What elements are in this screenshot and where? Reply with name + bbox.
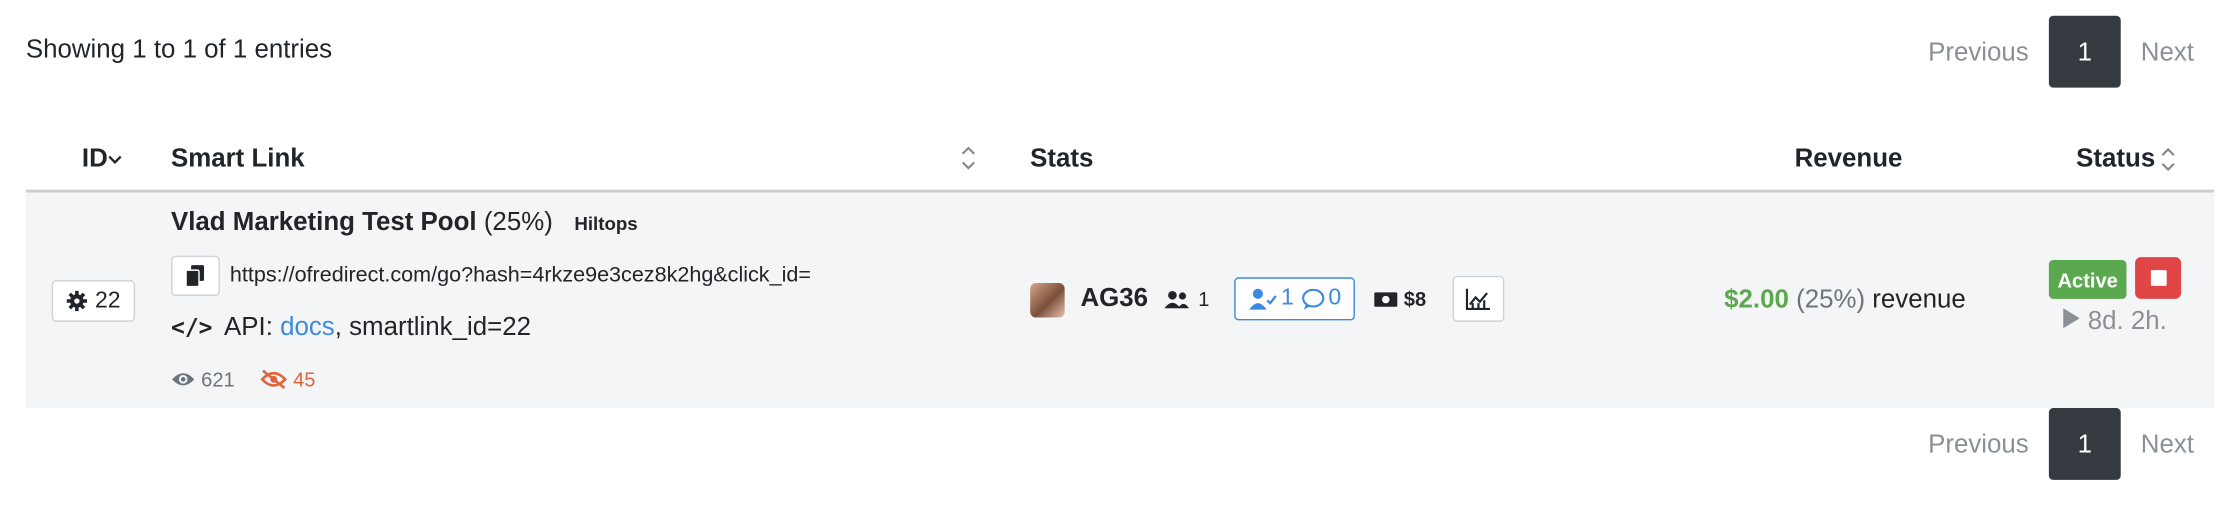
smart-link-share: (25%): [483, 206, 553, 236]
column-header-stats[interactable]: Stats: [1030, 144, 1093, 174]
play-icon: [2063, 308, 2080, 329]
current-page-button[interactable]: 1: [2048, 15, 2121, 88]
users-icon: [1164, 290, 1189, 308]
messages-value: 0: [1328, 285, 1342, 311]
user-check-icon: [1248, 288, 1277, 310]
sort-icon[interactable]: [960, 144, 977, 173]
views-count: 621: [171, 368, 235, 391]
runtime-value: 8d. 2h.: [2087, 306, 2167, 335]
runtime: 8d. 2h.: [2062, 306, 2167, 336]
table-row: 22 Vlad Marketing Test Pool (25%) Hiltop…: [25, 192, 2215, 409]
chart-line-icon: [1465, 288, 1490, 310]
current-page-button[interactable]: 1: [2048, 408, 2121, 480]
previous-page-link[interactable]: Previous: [1908, 429, 2049, 459]
column-header-status[interactable]: Status: [2076, 144, 2177, 174]
hidden-views-count: 45: [260, 368, 315, 391]
column-header-smart-link[interactable]: Smart Link: [171, 144, 305, 174]
api-smartlink-id: , smartlink_id=22: [334, 311, 531, 341]
users-count-value: 1: [1198, 287, 1210, 311]
user-name[interactable]: AG36: [1080, 283, 1148, 313]
smart-link-name: Vlad Marketing Test Pool: [170, 206, 477, 236]
previous-page-link[interactable]: Previous: [1908, 37, 2049, 67]
stop-icon: [2150, 270, 2166, 286]
subscribers-value: 1: [1281, 285, 1294, 311]
revenue-cell: $2.00 (25%) revenue: [1724, 284, 1966, 314]
entries-info: Showing 1 to 1 of 1 entries: [25, 34, 333, 64]
smart-link-url[interactable]: https://ofredirect.com/go?hash=4rkze9e3c…: [230, 263, 811, 287]
smart-link-settings-button[interactable]: 22: [51, 280, 136, 322]
status-badge: Active: [2048, 260, 2127, 299]
next-page-link[interactable]: Next: [2121, 37, 2214, 67]
revenue-label: revenue: [1872, 284, 1966, 314]
code-icon: </>: [170, 313, 213, 341]
api-label: API:: [224, 311, 273, 341]
api-docs-link[interactable]: docs: [280, 312, 335, 341]
column-header-id-label: ID: [81, 143, 108, 173]
gear-icon: [66, 290, 88, 312]
stop-button[interactable]: [2135, 257, 2182, 299]
pagination-bottom: Previous 1 Next: [1908, 408, 2214, 480]
network-badge: Hiltops: [574, 212, 638, 235]
avatar[interactable]: [1030, 283, 1065, 318]
chevron-down-icon: [108, 155, 122, 164]
column-header-smart-link-label: Smart Link: [170, 143, 305, 173]
comment-icon: [1301, 288, 1324, 309]
hidden-views-value: 45: [293, 367, 316, 391]
column-header-stats-label: Stats: [1030, 143, 1094, 173]
revenue-amount: $2.00: [1724, 284, 1789, 314]
cost-value: $8: [1403, 287, 1427, 311]
column-header-revenue-label: Revenue: [1794, 143, 1903, 173]
copy-icon: [185, 265, 205, 288]
views-value: 621: [201, 367, 235, 391]
subscribers-messages-button[interactable]: 1 0: [1234, 277, 1355, 321]
api-info: </> API: docs, smartlink_id=22: [171, 312, 531, 342]
column-header-id[interactable]: ID: [82, 144, 122, 174]
next-page-link[interactable]: Next: [2121, 429, 2214, 459]
users-count: 1: [1164, 287, 1210, 311]
copy-url-button[interactable]: [170, 255, 220, 296]
money-bill-icon: [1374, 291, 1398, 307]
column-header-status-label: Status: [2076, 143, 2156, 173]
smart-link-title: Vlad Marketing Test Pool (25%) Hiltops: [171, 207, 638, 237]
stats-chart-button[interactable]: [1452, 275, 1505, 322]
eye-slash-icon: [260, 369, 287, 389]
table-page: Showing 1 to 1 of 1 entries Previous 1 N…: [0, 0, 2240, 517]
revenue-percent: (25%): [1796, 284, 1866, 314]
smart-link-id: 22: [94, 288, 121, 313]
pagination-top: Previous 1 Next: [1908, 15, 2214, 88]
eye-icon: [172, 373, 195, 386]
sort-icon: [2161, 147, 2175, 171]
table-header: ID Smart Link Stats Revenue Status: [25, 135, 2215, 193]
column-header-revenue[interactable]: Revenue: [1795, 144, 1903, 174]
cost: $8: [1374, 287, 1427, 311]
